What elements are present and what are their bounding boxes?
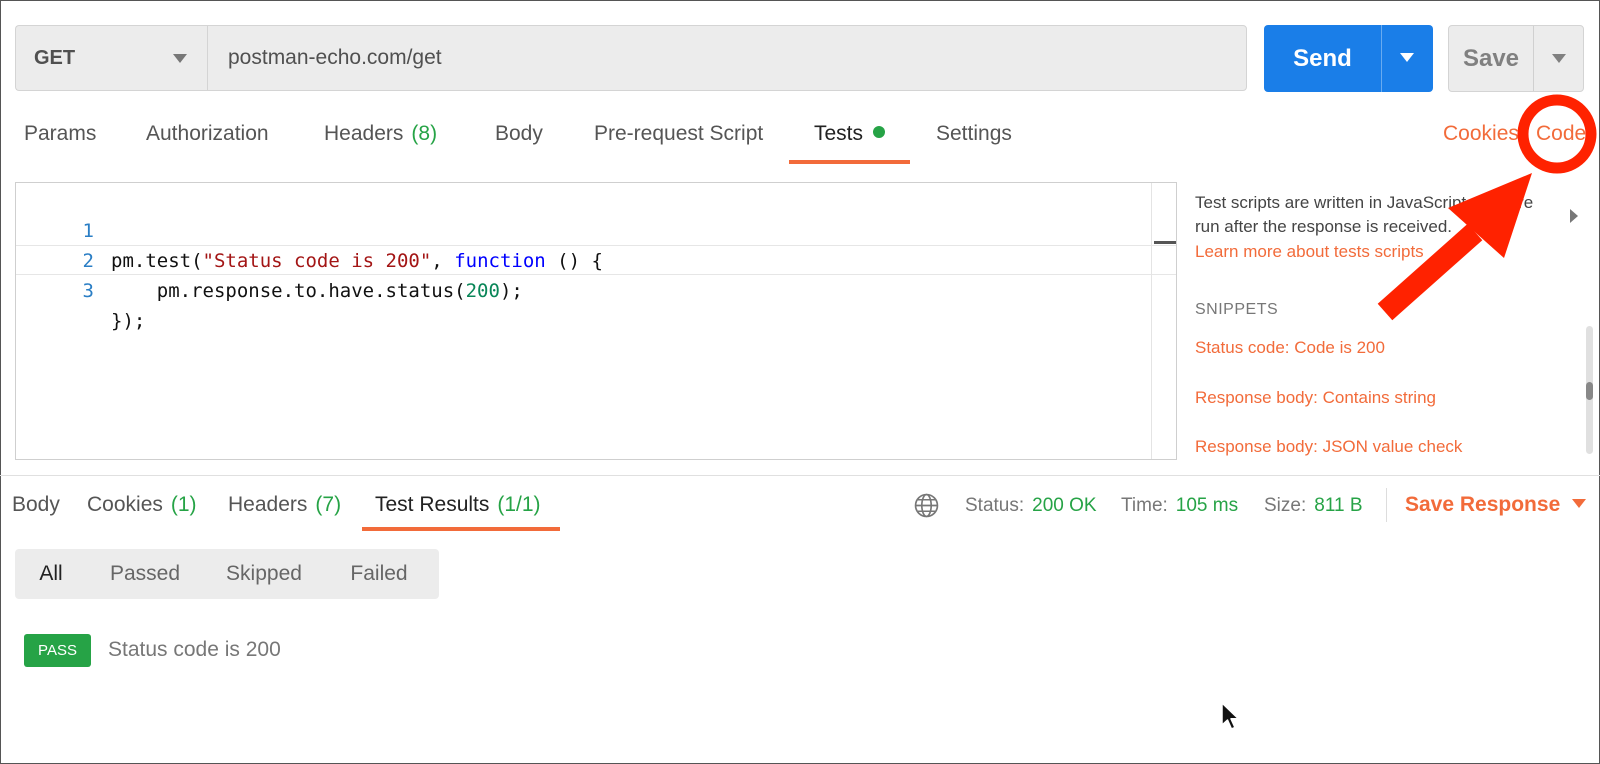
filter-all[interactable]: All: [15, 549, 87, 599]
result-filter-group: All Passed Skipped Failed: [15, 549, 439, 599]
snippet-item[interactable]: Status code: Code is 200: [1195, 338, 1385, 358]
mouse-cursor-icon: [1221, 702, 1240, 730]
tab-count: (8): [411, 122, 438, 145]
code-text: pm.response.to.have.status(200);: [111, 280, 523, 302]
line-number: 3: [82, 280, 94, 302]
save-label: Save: [1462, 44, 1520, 72]
save-response-label: Save Response: [1405, 493, 1561, 516]
tab-settings[interactable]: Settings: [936, 122, 1012, 162]
active-tab-indicator: [789, 160, 910, 164]
pass-badge: PASS: [24, 634, 91, 667]
sidebar-description: Test scripts are written in JavaScript, …: [1195, 191, 1575, 239]
tab-headers[interactable]: Headers (8): [324, 122, 437, 162]
time-readout: Time: 105 ms: [1121, 495, 1239, 516]
editor-scrollbar[interactable]: [1151, 183, 1176, 459]
status-dot-icon: [873, 126, 886, 139]
tab-label: Headers: [228, 493, 308, 516]
save-response-button[interactable]: Save Response: [1405, 493, 1587, 517]
tab-label: Pre-request Script: [594, 122, 764, 145]
time-value: 105 ms: [1175, 495, 1239, 516]
filter-skipped[interactable]: Skipped: [203, 549, 325, 599]
tab-body[interactable]: Body: [495, 122, 543, 162]
scroll-marker: [1154, 241, 1176, 244]
meta-divider: [1386, 488, 1387, 522]
sidebar-scrollbar[interactable]: [1586, 326, 1593, 454]
tab-label: Authorization: [146, 122, 269, 145]
tab-authorization[interactable]: Authorization: [146, 122, 269, 162]
code-text: });: [111, 310, 146, 332]
tab-response-headers[interactable]: Headers (7): [228, 493, 341, 517]
tab-test-results[interactable]: Test Results (1/1): [375, 493, 541, 517]
tab-label: Body: [495, 122, 543, 145]
tab-count: (7): [315, 493, 342, 516]
sidebar-description-line: Test scripts are written in JavaScript, …: [1195, 193, 1534, 212]
tab-label: Params: [24, 122, 97, 145]
sidebar-description-line: run after the response is received.: [1195, 217, 1453, 236]
chevron-down-icon: [1572, 498, 1587, 508]
tab-response-cookies[interactable]: Cookies (1): [87, 493, 197, 517]
globe-icon[interactable]: [914, 493, 939, 518]
save-options-chevron-icon[interactable]: [1534, 26, 1584, 91]
tab-label: Settings: [936, 122, 1012, 145]
code-link[interactable]: Code: [1536, 122, 1586, 146]
status-value: 200 OK: [1032, 495, 1097, 516]
code-line: 1 pm.test("Status code is 200", function…: [16, 186, 1176, 272]
collapse-sidebar-icon[interactable]: [1570, 209, 1578, 223]
active-tab-indicator: [362, 527, 560, 531]
code-line: 2 pm.response.to.have.status(200);: [16, 216, 1176, 302]
tab-count: (1/1): [497, 493, 541, 516]
status-readout: Status: 200 OK: [965, 495, 1097, 516]
tab-label: Body: [12, 493, 60, 516]
send-label: Send: [1293, 44, 1352, 72]
url-input[interactable]: postman-echo.com/get: [207, 25, 1247, 91]
tab-label: Cookies: [87, 493, 163, 516]
method-select[interactable]: GET: [15, 25, 207, 91]
tab-label: Tests: [814, 122, 864, 145]
size-readout: Size: 811 B: [1264, 495, 1363, 516]
size-value: 811 B: [1314, 495, 1363, 516]
filter-passed[interactable]: Passed: [87, 549, 203, 599]
scroll-thumb[interactable]: [1586, 382, 1593, 400]
filter-failed[interactable]: Failed: [325, 549, 433, 599]
tab-label: Headers: [324, 122, 404, 145]
save-button[interactable]: Save: [1448, 25, 1584, 92]
snippets-panel: Test scripts are written in JavaScript, …: [1180, 180, 1600, 463]
tab-response-body[interactable]: Body: [12, 493, 60, 517]
tab-tests[interactable]: Tests: [814, 122, 886, 162]
snippet-item[interactable]: Response body: Contains string: [1195, 388, 1436, 408]
code-line-current: 3 });: [16, 245, 1176, 332]
send-options-chevron-icon[interactable]: [1382, 25, 1433, 92]
pane-divider[interactable]: [0, 475, 1600, 476]
snippets-heading: SNIPPETS: [1195, 301, 1279, 318]
tab-label: Test Results: [375, 493, 490, 516]
url-value: postman-echo.com/get: [228, 46, 442, 69]
send-button[interactable]: Send: [1264, 25, 1433, 92]
method-label: GET: [34, 46, 76, 69]
test-script-editor[interactable]: 1 pm.test("Status code is 200", function…: [15, 182, 1177, 460]
tab-params[interactable]: Params: [24, 122, 96, 162]
learn-more-link[interactable]: Learn more about tests scripts: [1195, 242, 1424, 262]
cookies-link[interactable]: Cookies: [1443, 122, 1519, 146]
test-result-name: Status code is 200: [108, 638, 281, 661]
chevron-down-icon: [173, 54, 187, 63]
tab-count: (1): [170, 493, 197, 516]
snippet-item[interactable]: Response body: JSON value check: [1195, 437, 1462, 457]
tab-pre-request-script[interactable]: Pre-request Script: [594, 122, 763, 162]
